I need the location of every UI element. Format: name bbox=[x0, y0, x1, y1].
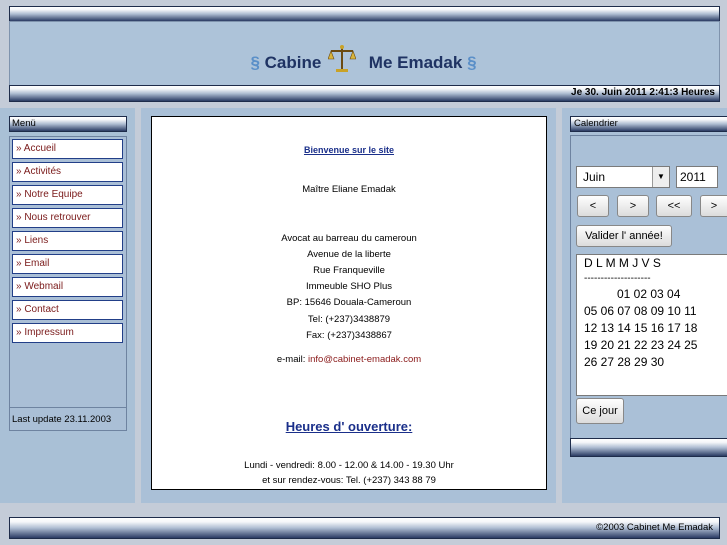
section-sign-left: § bbox=[250, 53, 260, 72]
calendar-weeks: 01 02 03 04 05 06 07 08 09 10 11 12 13 14 … bbox=[577, 286, 727, 371]
menu-item[interactable]: » Liens bbox=[12, 231, 123, 251]
last-update-box: Last update 23.11.2003 bbox=[9, 407, 127, 431]
menu-item[interactable]: » Contact bbox=[12, 300, 123, 320]
menu-item[interactable]: » Notre Equipe bbox=[12, 185, 123, 205]
calendar-week-row: 01 02 03 04 bbox=[617, 287, 681, 301]
menu-item[interactable]: » Nous retrouver bbox=[12, 208, 123, 228]
days-header: D L M M J V S bbox=[584, 256, 661, 270]
hours-title: Heures d' ouverture: bbox=[285, 419, 413, 434]
title-right: Me Emadak bbox=[368, 53, 463, 72]
address-line: Immeuble SHO Plus bbox=[305, 281, 393, 292]
footer-bar: ©2003 Cabinet Me Emadak bbox=[9, 517, 720, 539]
welcome-link[interactable]: Bienvenue sur le site bbox=[152, 145, 546, 155]
calendar-week-row: 19 20 21 22 23 24 25 bbox=[584, 338, 698, 352]
next-month-button[interactable]: > bbox=[617, 195, 649, 217]
address-line: Rue Franqueville bbox=[313, 265, 385, 276]
lawyer-name: Maître Eliane Emadak bbox=[302, 184, 396, 195]
email-link[interactable]: info@cabinet-emadak.com bbox=[308, 354, 421, 365]
chevron-down-icon: ▼ bbox=[652, 167, 669, 187]
address-line: Avocat au barreau du cameroun bbox=[281, 233, 417, 244]
menu-item[interactable]: » Impressum bbox=[12, 323, 123, 343]
calendar-bottom-bar bbox=[570, 438, 727, 457]
next-year-button[interactable]: > bbox=[700, 195, 727, 217]
calendar-week-row: 12 13 14 15 16 17 18 bbox=[584, 321, 698, 335]
email-label: e-mail: bbox=[276, 354, 306, 365]
calendar-week-row: 26 27 28 29 30 bbox=[584, 355, 665, 369]
hours-line-1: Lundi - vendredi: 8.00 - 12.00 & 14.00 -… bbox=[244, 460, 454, 471]
address-line: Avenue de la liberte bbox=[307, 249, 391, 260]
scales-of-justice-icon bbox=[327, 45, 357, 72]
menu-item[interactable]: » Webmail bbox=[12, 277, 123, 297]
today-button[interactable]: Ce jour bbox=[576, 398, 624, 424]
menu-panel: » Accueil » Activités » Notre Equipe » Nous… bbox=[9, 136, 127, 410]
title-left: Cabine bbox=[264, 53, 322, 72]
top-bar bbox=[9, 6, 720, 22]
menu-item[interactable]: » Activités bbox=[12, 162, 123, 182]
calendar-title-bar: Calendrier bbox=[570, 116, 727, 132]
hours-line-2: et sur rendez-vous: Tel. (+237) 343 88 7… bbox=[262, 475, 436, 486]
menu-list: » Accueil » Activités » Notre Equipe » Nous… bbox=[10, 137, 126, 343]
copyright: ©2003 Cabinet Me Emadak bbox=[596, 522, 713, 533]
email-line: e-mail: info@cabinet-emadak.com bbox=[152, 354, 546, 365]
current-datetime: Je 30. Juin 2011 2:41:3 Heures bbox=[571, 87, 715, 98]
calendar-separator: -------------------- bbox=[584, 273, 651, 284]
calendar-title: Calendrier bbox=[574, 118, 618, 129]
menu-item[interactable]: » Email bbox=[12, 254, 123, 274]
prev-year-button[interactable]: << bbox=[656, 195, 692, 217]
content-box: Bienvenue sur le site Maître Eliane Emad… bbox=[151, 116, 547, 490]
validate-year-button[interactable]: Valider l' année! bbox=[576, 225, 672, 247]
month-select[interactable]: Juin ▼ bbox=[576, 166, 670, 188]
calendar-grid: D L M M J V S -------------------- 01 02… bbox=[576, 254, 727, 396]
menu-title-bar: Menü bbox=[9, 116, 127, 132]
year-input[interactable]: 2011 bbox=[676, 166, 718, 188]
menu-title: Menü bbox=[12, 118, 36, 129]
address-line: Tel: (+237)3438879 bbox=[307, 314, 391, 325]
year-value: 2011 bbox=[680, 170, 706, 184]
section-sign-right: § bbox=[467, 53, 477, 72]
date-bar: Je 30. Juin 2011 2:41:3 Heures bbox=[9, 85, 720, 102]
menu-item[interactable]: » Accueil bbox=[12, 139, 123, 159]
site-title: § Cabine Me Emadak § bbox=[0, 44, 727, 74]
prev-month-button[interactable]: < bbox=[577, 195, 609, 217]
last-update: Last update 23.11.2003 bbox=[12, 414, 112, 425]
month-value: Juin bbox=[583, 170, 606, 184]
calendar-week-row: 05 06 07 08 09 10 11 bbox=[584, 304, 697, 318]
address-line: BP: 15646 Douala-Cameroun bbox=[286, 297, 412, 308]
address-line: Fax: (+237)3438867 bbox=[306, 330, 392, 341]
